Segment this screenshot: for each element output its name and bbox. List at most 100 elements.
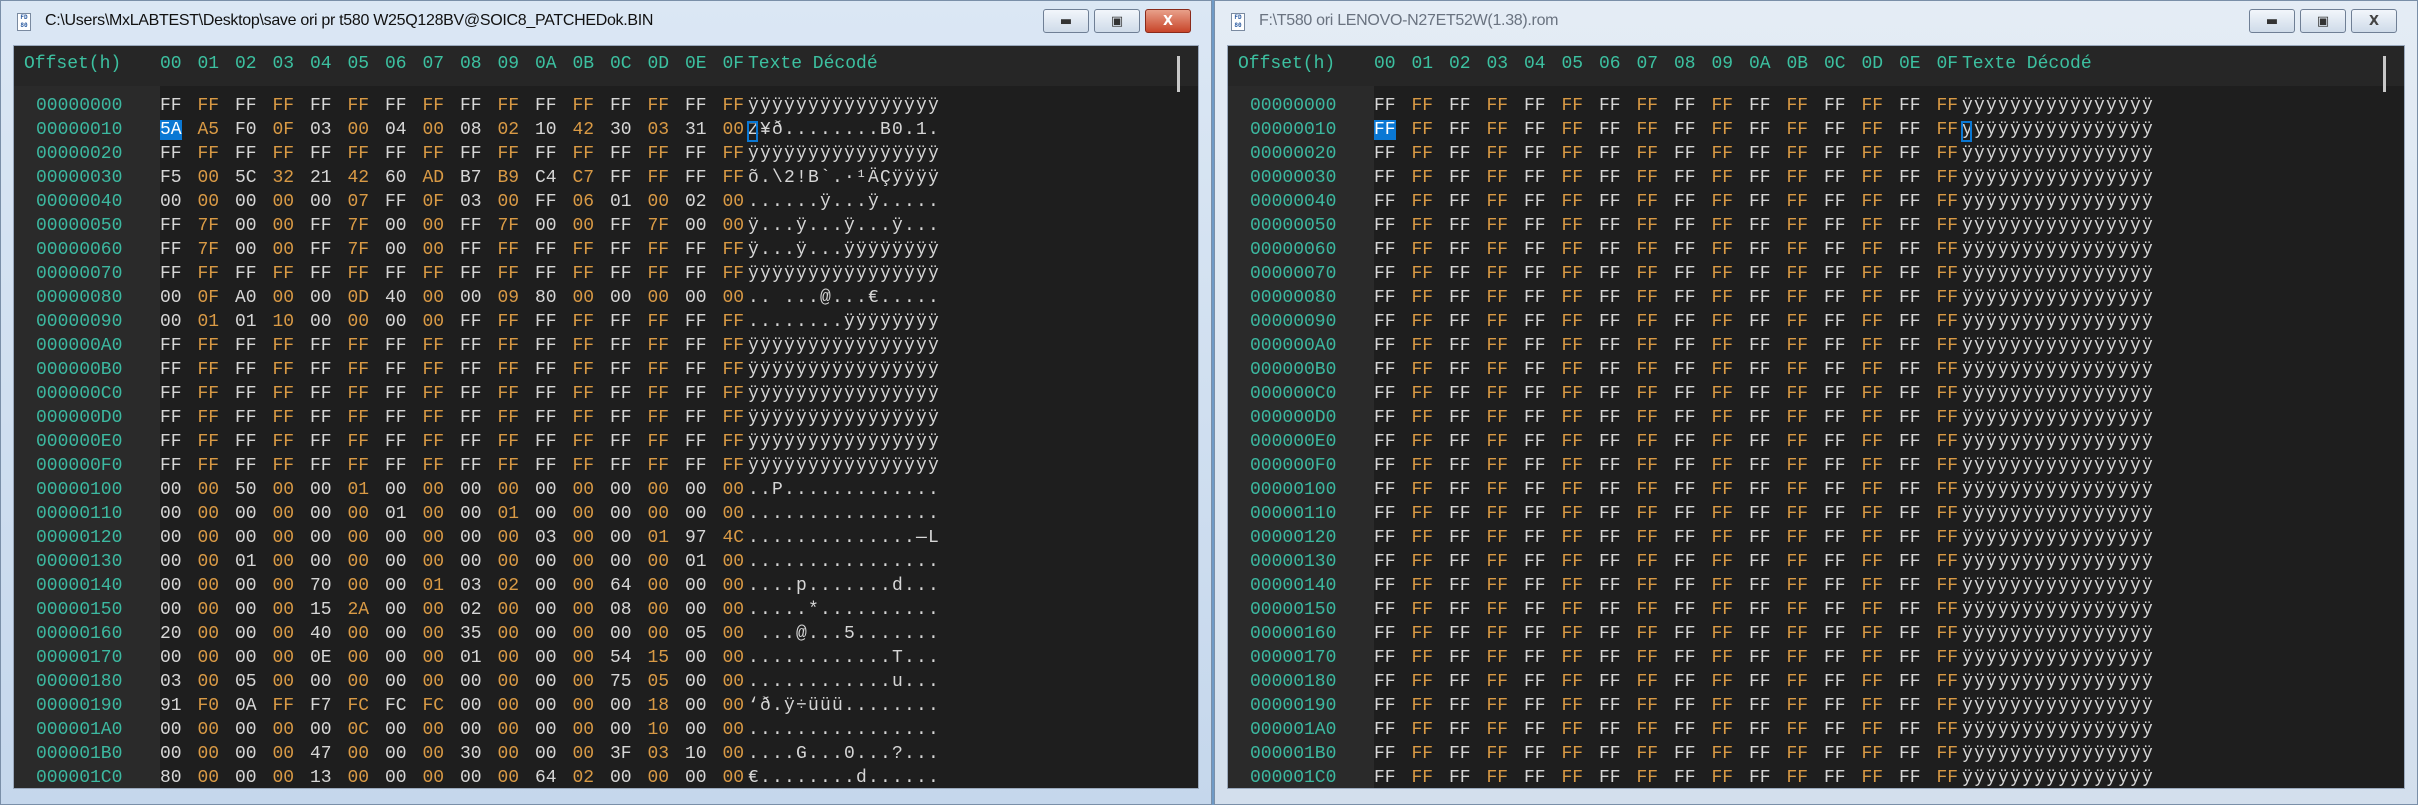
hex-byte[interactable]: FF	[1449, 240, 1471, 260]
hex-byte[interactable]: FF	[1712, 528, 1734, 548]
decoded-text[interactable]: ......ÿ...ÿ.....	[748, 192, 940, 212]
hex-byte[interactable]: FF	[273, 384, 295, 404]
hex-byte[interactable]: FF	[1449, 744, 1471, 764]
hex-byte[interactable]: FF	[1862, 96, 1884, 116]
decoded-text[interactable]: ÿÿÿÿÿÿÿÿÿÿÿÿÿÿÿÿ	[748, 144, 940, 164]
hex-byte[interactable]: FF	[1787, 288, 1809, 308]
hex-byte[interactable]: FF	[535, 408, 557, 428]
hex-byte[interactable]: FF	[685, 336, 707, 356]
hex-byte[interactable]: FF	[160, 456, 182, 476]
hex-byte[interactable]: FF	[1599, 720, 1621, 740]
hex-byte[interactable]: FF	[1412, 96, 1434, 116]
hex-byte[interactable]: FF	[1674, 720, 1696, 740]
decoded-text[interactable]: ÿÿÿÿÿÿÿÿÿÿÿÿÿÿÿÿ	[1962, 576, 2154, 596]
hex-byte[interactable]: FF	[1449, 144, 1471, 164]
hex-byte[interactable]: 00	[348, 552, 370, 572]
hex-byte[interactable]: FF	[1862, 288, 1884, 308]
hex-byte[interactable]: FF	[235, 144, 257, 164]
hex-byte[interactable]: 05	[685, 624, 707, 644]
hex-byte[interactable]: 00	[198, 768, 220, 788]
decoded-text[interactable]: .....*..........	[748, 600, 940, 620]
hex-byte[interactable]: 00	[198, 480, 220, 500]
decoded-text[interactable]: ÿÿÿÿÿÿÿÿÿÿÿÿÿÿÿÿ	[748, 96, 940, 116]
hex-byte[interactable]: 00	[385, 528, 407, 548]
hex-byte[interactable]: 00	[610, 504, 632, 524]
hex-byte[interactable]: FF	[1637, 504, 1659, 524]
decoded-text[interactable]: ÿÿÿÿÿÿÿÿÿÿÿÿÿÿÿÿ	[1962, 456, 2154, 476]
hex-byte[interactable]: FF	[1749, 696, 1771, 716]
hex-byte[interactable]: FF	[1599, 120, 1621, 140]
hex-byte[interactable]: FF	[498, 360, 520, 380]
hex-byte[interactable]: 00	[535, 648, 557, 668]
hex-byte[interactable]: FF	[1412, 240, 1434, 260]
hex-byte[interactable]: FF	[1599, 480, 1621, 500]
hex-byte[interactable]: FF	[1599, 768, 1621, 788]
hex-byte[interactable]: FF	[1487, 600, 1509, 620]
hex-byte[interactable]: FF	[610, 456, 632, 476]
hex-byte[interactable]: 00	[535, 624, 557, 644]
hex-byte[interactable]: FF	[1637, 456, 1659, 476]
hex-byte[interactable]: FF	[1824, 624, 1846, 644]
hex-byte[interactable]: FF	[1412, 552, 1434, 572]
hex-byte[interactable]: FF	[1712, 384, 1734, 404]
hex-byte[interactable]: 00	[648, 624, 670, 644]
hex-byte[interactable]: 00	[535, 696, 557, 716]
hex-byte[interactable]: FF	[1862, 384, 1884, 404]
hex-byte[interactable]: 00	[685, 576, 707, 596]
hex-byte[interactable]: FF	[1937, 480, 1959, 500]
decoded-text[interactable]: ÿÿÿÿÿÿÿÿÿÿÿÿÿÿÿÿ	[1962, 192, 2154, 212]
hex-byte[interactable]: FF	[1674, 504, 1696, 524]
hex-byte[interactable]: FF	[1787, 360, 1809, 380]
decoded-text[interactable]: ‘ð.ÿ÷üüü........	[748, 696, 940, 716]
hex-byte[interactable]: FF	[1412, 384, 1434, 404]
hex-byte[interactable]: FF	[1899, 360, 1921, 380]
hex-byte[interactable]: FF	[1749, 552, 1771, 572]
hex-byte[interactable]: 01	[385, 504, 407, 524]
hex-byte[interactable]: FF	[610, 168, 632, 188]
hex-byte[interactable]: FF	[648, 432, 670, 452]
hex-byte[interactable]: FF	[1637, 120, 1659, 140]
hex-byte[interactable]: FF	[1599, 216, 1621, 236]
hex-byte[interactable]: FF	[160, 240, 182, 260]
hex-byte[interactable]: FF	[1637, 288, 1659, 308]
hex-byte[interactable]: FF	[610, 336, 632, 356]
hex-byte[interactable]: 00	[198, 504, 220, 524]
hex-byte[interactable]: FF	[385, 96, 407, 116]
hex-byte[interactable]: FF	[423, 456, 445, 476]
hex-byte[interactable]: 00	[535, 672, 557, 692]
hex-byte[interactable]: 00	[348, 576, 370, 596]
hex-byte[interactable]: FF	[1749, 312, 1771, 332]
hex-byte[interactable]: 00	[498, 696, 520, 716]
decoded-text[interactable]: ÿÿÿÿÿÿÿÿÿÿÿÿÿÿÿÿ	[748, 336, 940, 356]
hex-byte[interactable]: FF	[1449, 720, 1471, 740]
decoded-text[interactable]: ................	[748, 720, 940, 740]
hex-byte[interactable]: 2A	[348, 600, 370, 620]
hex-byte[interactable]: FF	[235, 96, 257, 116]
decoded-text[interactable]: ÿÿÿÿÿÿÿÿÿÿÿÿÿÿÿÿ	[1962, 720, 2154, 740]
hex-byte[interactable]: 80	[535, 288, 557, 308]
hex-byte[interactable]: FF	[1899, 744, 1921, 764]
hex-byte[interactable]: 00	[198, 552, 220, 572]
hex-byte[interactable]: FF	[1899, 552, 1921, 572]
hex-byte[interactable]: 0F	[423, 192, 445, 212]
hex-byte[interactable]: FF	[1674, 120, 1696, 140]
hex-byte[interactable]: FF	[1524, 600, 1546, 620]
hex-byte[interactable]: FF	[1449, 600, 1471, 620]
hex-byte[interactable]: 00	[648, 288, 670, 308]
hex-byte[interactable]: FF	[1824, 600, 1846, 620]
hex-byte[interactable]: FF	[1712, 336, 1734, 356]
hex-byte[interactable]: 54	[610, 648, 632, 668]
hex-byte[interactable]: FF	[1374, 240, 1396, 260]
hex-byte[interactable]: FF	[1562, 672, 1584, 692]
hex-byte[interactable]: FF	[385, 384, 407, 404]
hex-byte[interactable]: FF	[1787, 408, 1809, 428]
hex-byte[interactable]: FF	[1937, 744, 1959, 764]
decoded-text[interactable]: ÿÿÿÿÿÿÿÿÿÿÿÿÿÿÿÿ	[748, 360, 940, 380]
hex-byte[interactable]: FF	[1562, 120, 1584, 140]
hex-byte[interactable]: 00	[648, 192, 670, 212]
hex-byte[interactable]: 02	[573, 768, 595, 788]
hex-byte[interactable]: 00	[385, 600, 407, 620]
hex-byte[interactable]: 00	[685, 696, 707, 716]
hex-byte[interactable]: FF	[1412, 192, 1434, 212]
maximize-button[interactable]: ▣	[2300, 9, 2346, 33]
